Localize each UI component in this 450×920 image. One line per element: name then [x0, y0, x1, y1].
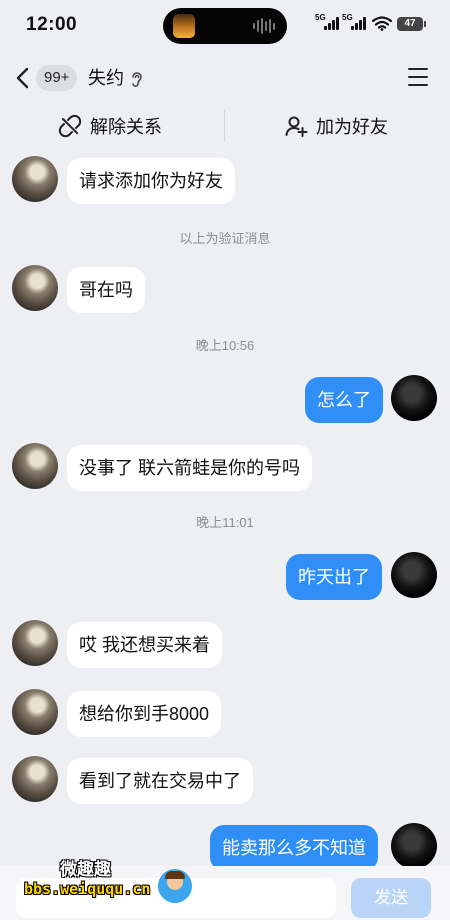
my-avatar[interactable]	[391, 552, 437, 598]
message-bubble-incoming[interactable]: 哥在吗	[67, 267, 145, 313]
battery-icon: 47	[397, 17, 426, 31]
contact-avatar[interactable]	[12, 620, 58, 666]
send-button[interactable]: 发送	[351, 878, 431, 918]
remove-relation-label: 解除关系	[90, 117, 162, 137]
add-user-icon	[285, 116, 308, 137]
clock: 12:00	[26, 14, 78, 35]
ear-icon[interactable]	[130, 70, 144, 88]
divider	[224, 110, 225, 142]
message-bubble-incoming[interactable]: 没事了 联六箭蛙是你的号吗	[67, 445, 312, 491]
unlink-icon	[58, 114, 82, 138]
my-avatar[interactable]	[391, 823, 437, 869]
wifi-icon	[372, 16, 392, 31]
contact-avatar[interactable]	[12, 689, 58, 735]
page-title: 失约	[88, 68, 124, 88]
audio-wave-icon	[253, 18, 275, 34]
watermark-title: 微趣趣	[60, 860, 111, 879]
message-bubble-incoming[interactable]: 请求添加你为好友	[67, 158, 235, 204]
status-bar: 12:00 5G 5G 47	[0, 0, 450, 52]
message-bubble-incoming[interactable]: 看到了就在交易中了	[67, 758, 253, 804]
signal-1-icon: 5G	[315, 13, 339, 30]
message-bubble-incoming[interactable]: 想给你到手8000	[67, 691, 222, 737]
system-notice: 以上为验证消息	[179, 231, 271, 246]
menu-icon[interactable]	[408, 68, 428, 86]
message-bubble-outgoing[interactable]: 能卖那么多不知道	[210, 825, 378, 871]
contact-avatar[interactable]	[12, 756, 58, 802]
watermark-mascot-icon	[158, 869, 192, 903]
relation-actions: 解除关系 加为好友	[0, 104, 450, 148]
signal-2-icon: 5G	[342, 13, 366, 30]
my-avatar[interactable]	[391, 375, 437, 421]
message-bubble-incoming[interactable]: 哎 我还想买来着	[67, 622, 223, 668]
add-friend-button[interactable]: 加为好友	[284, 104, 388, 148]
unread-badge[interactable]: 99+	[36, 65, 78, 91]
dynamic-island[interactable]	[163, 8, 287, 44]
chat-header: 99+ 失约	[0, 56, 450, 100]
watermark-url: bbs.weiququ.cn	[24, 880, 151, 898]
contact-avatar[interactable]	[12, 443, 58, 489]
chevron-left-icon[interactable]	[14, 66, 32, 90]
add-friend-label: 加为好友	[316, 117, 388, 137]
contact-avatar[interactable]	[12, 156, 58, 202]
message-bubble-outgoing[interactable]: 怎么了	[305, 377, 383, 423]
remove-relation-button[interactable]: 解除关系	[58, 104, 162, 148]
message-bubble-outgoing[interactable]: 昨天出了	[286, 554, 382, 600]
signal-1-label: 5G	[315, 13, 326, 22]
contact-avatar[interactable]	[12, 265, 58, 311]
signal-2-label: 5G	[342, 13, 353, 22]
timestamp: 晚上11:01	[196, 515, 254, 530]
timestamp: 晚上10:56	[195, 338, 255, 353]
media-thumbnail-icon	[173, 14, 195, 38]
